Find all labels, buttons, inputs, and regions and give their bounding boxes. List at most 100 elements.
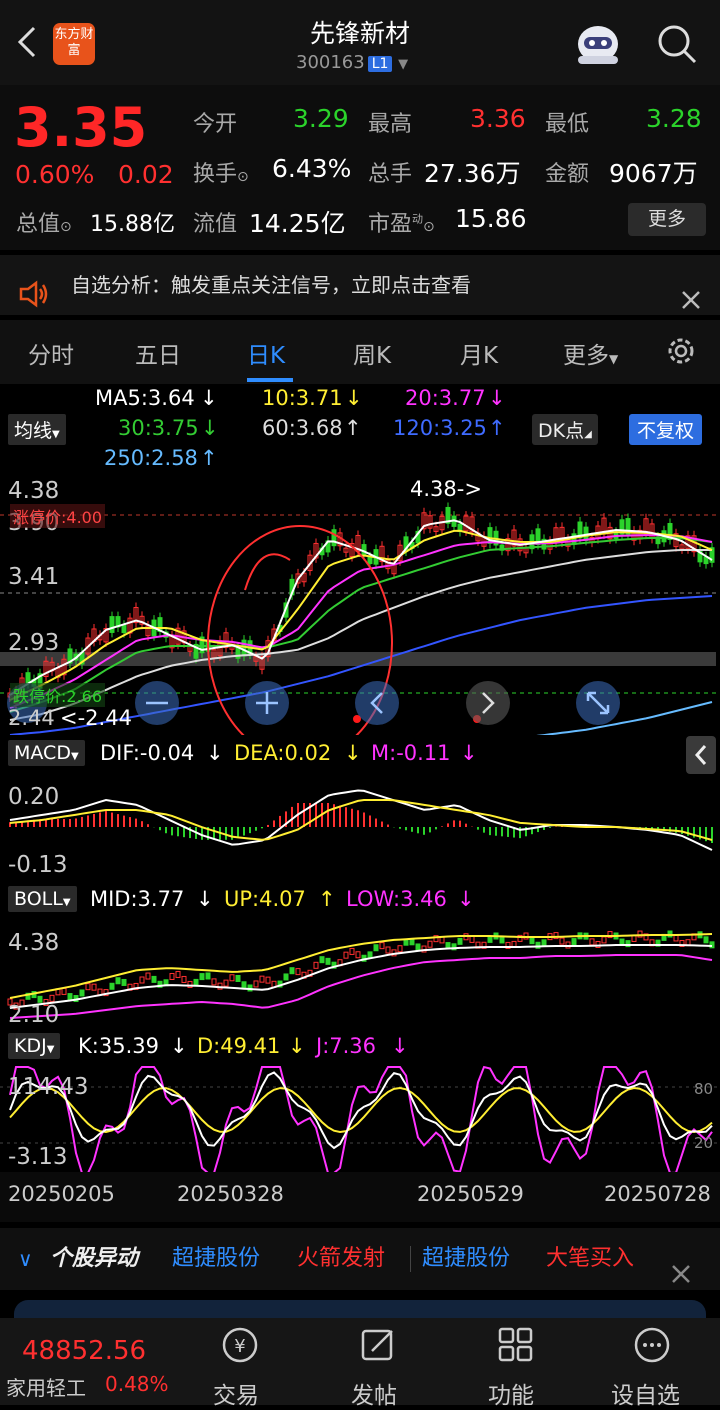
boll-candle	[367, 951, 373, 959]
kline-y-low: 2.44	[8, 706, 55, 730]
boll-candle	[181, 975, 187, 983]
boll-candle	[211, 978, 217, 986]
boll-candle	[355, 951, 361, 959]
no-adjust-button[interactable]: 不复权	[629, 414, 703, 445]
low-label: 最低	[545, 112, 590, 137]
boll-up-line	[9, 933, 713, 999]
notice-bar[interactable]: 自选分析：触发重点关注信号，立即点击查看	[0, 255, 720, 315]
tab-weekly-k[interactable]: 周K	[353, 336, 391, 370]
tab-daily-k[interactable]: 日K	[247, 336, 285, 370]
mktcap-label-text: 总值	[16, 212, 61, 237]
robot-assistant-icon[interactable]	[572, 20, 624, 68]
change-pct: 0.60%	[15, 160, 95, 189]
scroll-left-icon[interactable]	[355, 681, 399, 725]
boll-candles	[7, 930, 715, 1010]
close-icon[interactable]	[680, 274, 702, 309]
boll-low: LOW:3.46	[346, 887, 447, 911]
kline-chart[interactable]	[0, 470, 720, 735]
date-label: 20250529	[417, 1182, 524, 1206]
alert-item[interactable]: 超捷股份	[422, 1228, 510, 1290]
info-icon[interactable]: ⊙	[423, 219, 435, 235]
ma-selector[interactable]: 均线▼	[8, 414, 66, 445]
arrow-up-icon: ↑	[318, 887, 336, 911]
tab-five-day[interactable]: 五日	[135, 336, 181, 370]
boll-candle	[487, 935, 493, 943]
float-value: 14.25亿	[249, 209, 346, 238]
pe-value: 15.86	[455, 204, 527, 233]
boll-candle	[241, 981, 247, 989]
index-change: 0.48%	[105, 1372, 169, 1396]
boll-candle	[343, 951, 349, 959]
boll-candle	[379, 942, 385, 950]
boll-selector-label: BOLL	[14, 888, 63, 910]
add-watchlist-icon[interactable]	[632, 1325, 672, 1365]
boll-candle	[121, 978, 127, 986]
boll-candle	[235, 974, 241, 982]
tab-monthly-k[interactable]: 月K	[460, 336, 498, 370]
boll-candle	[349, 947, 355, 955]
candle-body	[331, 529, 337, 547]
arrow-down-icon: ↓	[345, 386, 363, 410]
chevron-down-icon[interactable]: ∨	[18, 1228, 33, 1290]
limit-up-label: 涨停价:4.00	[10, 504, 106, 528]
date-label: 20250205	[8, 1182, 115, 1206]
boll-candle	[415, 943, 421, 951]
high-value: 3.36	[470, 104, 526, 133]
hand-drawn-stroke	[244, 553, 291, 591]
boll-candle	[541, 939, 547, 947]
tab-more[interactable]: 更多▼	[563, 336, 618, 370]
stock-alert-strip[interactable]: ∨ 个股异动 超捷股份 火箭发射 超捷股份 大笔买入	[0, 1228, 720, 1290]
more-button[interactable]: 更多	[628, 203, 706, 236]
dk-point-button[interactable]: DK点◢	[532, 414, 598, 445]
collapse-panel-button[interactable]	[686, 736, 716, 774]
kdj-selector[interactable]: KDJ▼	[8, 1033, 61, 1059]
boll-candle	[499, 936, 505, 944]
index-value[interactable]: 48852.56	[22, 1336, 146, 1366]
boll-candle	[193, 978, 199, 986]
close-icon[interactable]	[670, 1248, 692, 1283]
gear-icon[interactable]	[664, 334, 698, 368]
open-value: 3.29	[293, 104, 349, 133]
info-icon[interactable]: ⊙	[60, 219, 72, 235]
boll-candle	[85, 983, 91, 991]
post-icon[interactable]	[358, 1325, 398, 1365]
limit-down-label: 跌停价:2.66	[10, 683, 106, 707]
boll-candle	[289, 967, 295, 975]
boll-mid: MID:3.77	[90, 887, 185, 911]
boll-selector[interactable]: BOLL▼	[8, 886, 77, 912]
stock-code-row[interactable]: 300163 L1 ▼	[296, 52, 408, 73]
arrow-down-icon: ↓	[391, 1034, 409, 1058]
trade-icon[interactable]: ¥	[220, 1325, 260, 1365]
kline-y-top: 4.38	[8, 478, 60, 504]
tab-intraday[interactable]: 分时	[28, 336, 74, 370]
index-name[interactable]: 家用轻工	[6, 1372, 86, 1401]
date-label: 20250728	[604, 1182, 711, 1206]
boll-up: UP:4.07	[224, 887, 306, 911]
boll-candle	[199, 973, 205, 981]
boll-candle	[529, 937, 535, 945]
kdj-ref-80-label: 80	[694, 1080, 714, 1098]
macd-selector[interactable]: MACD▼	[8, 740, 85, 766]
caret-down-icon: ▼	[62, 897, 71, 908]
info-icon[interactable]: ⊙	[237, 169, 249, 185]
boll-candle	[67, 993, 73, 1001]
search-icon[interactable]	[655, 22, 699, 66]
alert-item[interactable]: 超捷股份	[172, 1228, 260, 1290]
alert-item[interactable]: 大笔买入	[546, 1228, 634, 1290]
boll-candle	[253, 980, 259, 988]
boll-candle	[265, 976, 271, 984]
function-icon[interactable]	[496, 1325, 536, 1365]
mktcap-label: 总值⊙	[16, 206, 72, 238]
boll-candle	[589, 938, 595, 946]
boll-candle	[91, 983, 97, 991]
boll-candle	[169, 972, 175, 980]
active-tab-underline	[247, 378, 293, 382]
dif-line	[9, 789, 713, 851]
scroll-right-icon[interactable]	[466, 681, 510, 725]
kdj-y-bottom: -3.13	[8, 1144, 68, 1170]
caret-down-icon: ▼	[70, 751, 79, 762]
pe-sup: 动	[412, 212, 424, 226]
volume-label: 总手	[368, 162, 413, 187]
alert-item[interactable]: 火箭发射	[297, 1228, 385, 1290]
kdj-y-top: 114.43	[8, 1074, 89, 1100]
